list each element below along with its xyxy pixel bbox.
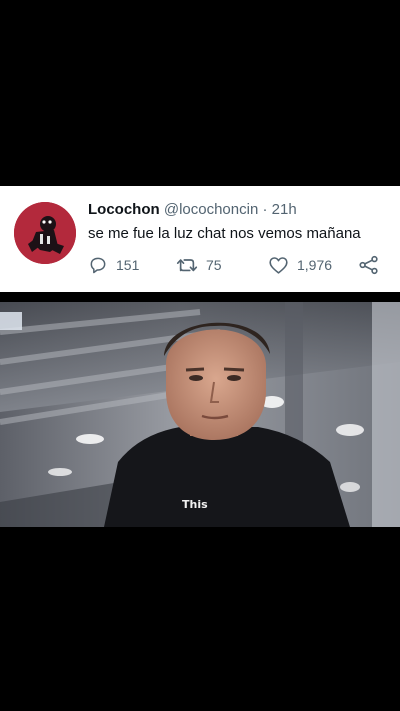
- share-button[interactable]: [358, 255, 388, 275]
- retweet-count: 75: [206, 257, 222, 273]
- separator-dot: ·: [262, 201, 268, 218]
- tweet-time[interactable]: 21h: [272, 201, 297, 218]
- retweet-button[interactable]: 75: [176, 255, 222, 275]
- reply-icon: [90, 257, 106, 274]
- author-name[interactable]: Locochon: [88, 201, 160, 218]
- heart-icon: [269, 257, 288, 274]
- tweet-card[interactable]: Locochon @locochoncin · 21h se me fue la…: [0, 186, 400, 292]
- tweet-text: se me fue la luz chat nos vemos mañana: [88, 225, 361, 242]
- tweet-header: Locochon @locochoncin · 21h: [88, 201, 297, 218]
- tweet-actions: 151 75 1,976: [88, 255, 388, 277]
- like-button[interactable]: 1,976: [268, 255, 332, 275]
- like-count: 1,976: [297, 257, 333, 273]
- retweet-icon: [176, 259, 198, 272]
- video-frame[interactable]: [0, 302, 400, 527]
- video-subtitle: This: [182, 498, 208, 511]
- share-icon: [359, 255, 378, 275]
- author-handle[interactable]: @locochoncin: [164, 201, 258, 218]
- avatar[interactable]: [14, 202, 76, 264]
- reply-count: 151: [116, 257, 140, 273]
- reply-button[interactable]: 151: [88, 255, 139, 275]
